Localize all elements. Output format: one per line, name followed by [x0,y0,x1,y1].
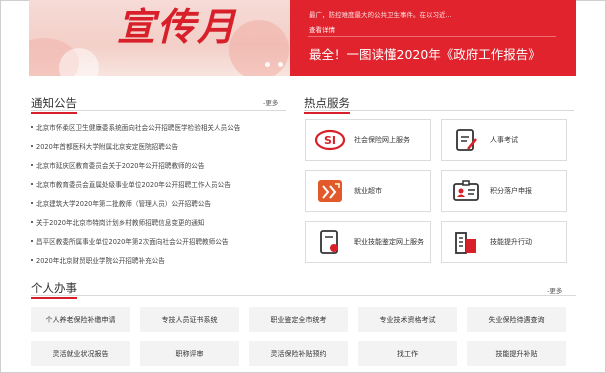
notices-title: 通知公告 [31,96,77,114]
social-insurance-icon: SI [312,125,348,155]
service-label: 积分落户申报 [490,187,532,195]
notice-text: 2020年北京财贸职业学院公开招聘补充公告 [36,256,165,265]
personal-item[interactable]: 灵活就业状况报告 [31,341,130,366]
bullet [31,258,33,261]
exam-icon [448,125,484,155]
notice-text: 关于2020年北京市特岗计划乡村教师招聘信息变更的通知 [36,218,205,227]
certificate-icon [312,227,348,257]
banner-calligraphy: 宣传月 [117,4,238,49]
personal-item[interactable]: 找工作 [358,341,457,366]
carousel-dot[interactable] [278,62,283,67]
decor-shape [229,20,289,76]
divider [308,36,556,37]
notice-text: 昌平区教委所属事业单位2020年第2次面向社会公开招聘教师公告 [36,237,229,246]
notice-item[interactable]: 北京市延庆区教育委员会关于2020年公开招聘教师的公告 [31,156,293,175]
notice-text: 北京市延庆区教育委员会关于2020年公开招聘教师的公告 [36,162,205,171]
service-vocational-skills[interactable]: 职业技能鉴定网上服务 [305,221,431,263]
notice-text: 2020年首都医科大学附属北京安定医院招聘公告 [36,143,179,152]
notice-item[interactable]: 北京建筑大学2020年第二批教师（管理人员）公开招聘公告 [31,194,293,213]
personal-more-link[interactable]: -更多 [547,285,562,295]
buildings-icon [448,227,484,257]
notice-text: 北京建筑大学2020年第二批教师（管理人员）公开招聘公告 [36,200,212,208]
id-card-icon [448,176,484,206]
job-market-icon [312,176,348,206]
carousel-dot[interactable] [265,62,270,67]
service-label: 技能提升行动 [490,238,532,246]
personal-title: 个人办事 [31,281,77,299]
service-social-insurance[interactable]: SI 社会保险网上服务 [305,119,431,161]
personal-item[interactable]: 专技人员证书系统 [140,307,239,332]
banner-news-panel: 最广，防控难度最大的公共卫生事件。在以习近... 查看详情 最全！一图读懂202… [290,0,576,76]
notice-item[interactable]: 昌平区教委所属事业单位2020年第2次面向社会公开招聘教师公告 [31,231,293,250]
news-more-link[interactable]: 查看详情 [309,24,335,34]
services-title: 热点服务 [304,96,350,114]
news-headline[interactable]: 最全！一图读懂2020年《政府工作报告》 [309,44,541,63]
divider [304,110,574,111]
carousel-dots [265,62,290,67]
notices-more-link[interactable]: -更多 [263,97,278,107]
service-label: 社会保险网上服务 [354,136,410,144]
bullet [31,164,33,167]
bullet [31,145,33,148]
bullet [31,183,33,186]
service-label: 人事考试 [490,136,518,144]
notice-text: 北京市怀柔区卫生健康委系统面向社会公开招聘医学检验相关人员公告 [36,124,241,133]
service-label: 职业技能鉴定网上服务 [354,238,424,246]
notice-item[interactable]: 北京市怀柔区卫生健康委系统面向社会公开招聘医学检验相关人员公告 [31,118,293,137]
bullet [31,220,33,223]
personal-item[interactable]: 失业保险待遇查询 [467,307,566,332]
notice-item[interactable]: 关于2020年北京市特岗计划乡村教师招聘信息变更的通知 [31,212,293,231]
notice-list: 北京市怀柔区卫生健康委系统面向社会公开招聘医学检验相关人员公告 2020年首都医科… [31,118,293,269]
personal-item[interactable]: 职业鉴定全市统考 [249,307,348,332]
service-exam[interactable]: 人事考试 [441,119,567,161]
personal-item[interactable]: 个人养老保险补缴申请 [31,307,130,332]
notice-item[interactable]: 2020年北京财贸职业学院公开招聘补充公告 [31,250,293,269]
notice-item[interactable]: 北京市教育委员会直属处级事业单位2020年公开招聘工作人员公告 [31,175,293,194]
personal-item[interactable]: 灵活保险补贴预约 [249,341,348,366]
svg-text:SI: SI [324,134,336,147]
divider [31,295,576,296]
bullet [31,239,33,242]
news-summary: 最广，防控难度最大的公共卫生事件。在以习近... [309,11,452,19]
decor-shape [59,48,99,76]
bullet [31,202,33,204]
bullet [31,126,33,129]
personal-item[interactable]: 职称评审 [140,341,239,366]
service-points-settlement[interactable]: 积分落户申报 [441,170,567,212]
notice-text: 北京市教育委员会直属处级事业单位2020年公开招聘工作人员公告 [36,181,231,190]
personal-item[interactable]: 专业技术资格考试 [358,307,457,332]
banner-carousel-image[interactable]: 宣传月 [29,0,290,76]
service-label: 就业超市 [354,187,382,195]
service-skill-upgrade[interactable]: 技能提升行动 [441,221,567,263]
notice-item[interactable]: 2020年首都医科大学附属北京安定医院招聘公告 [31,137,293,156]
service-job-market[interactable]: 就业超市 [305,170,431,212]
divider [31,110,286,111]
personal-item[interactable]: 技能提升补贴 [467,341,566,366]
